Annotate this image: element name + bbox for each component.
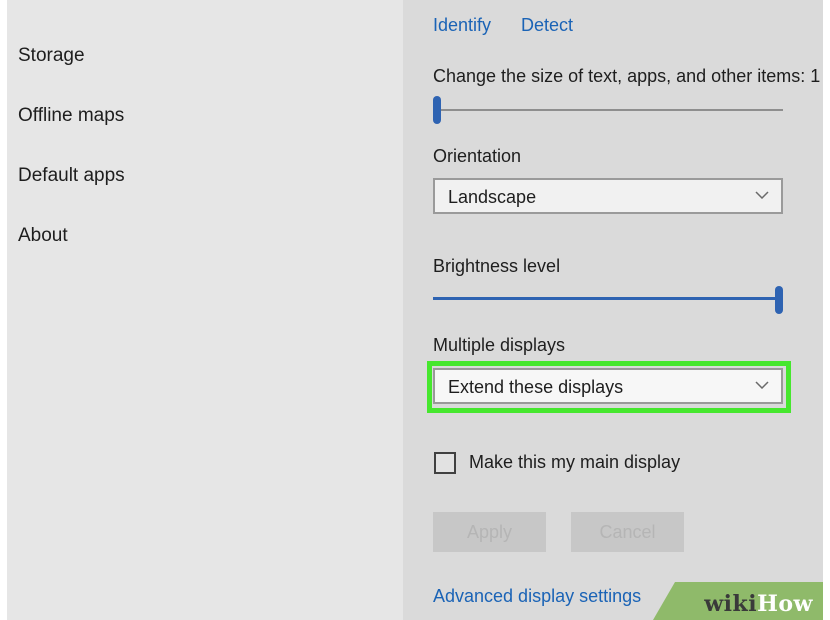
brightness-label: Brightness level xyxy=(433,256,561,276)
brightness-slider-thumb[interactable] xyxy=(775,286,783,314)
scale-slider-thumb[interactable] xyxy=(433,96,441,124)
sidebar-item-default-apps[interactable]: Default apps xyxy=(18,165,125,187)
sidebar-item-offline-maps[interactable]: Offline maps xyxy=(18,105,124,127)
main-display-checkbox[interactable] xyxy=(434,452,456,474)
detect-link[interactable]: Detect xyxy=(521,15,573,36)
chevron-down-icon xyxy=(755,381,769,389)
settings-window: Storage Offline maps Default apps About … xyxy=(7,0,823,620)
sidebar-item-storage[interactable]: Storage xyxy=(18,45,85,67)
sidebar-item-about[interactable]: About xyxy=(18,225,68,247)
brightness-slider-fill xyxy=(433,297,779,300)
sidebar: Storage Offline maps Default apps About xyxy=(7,0,403,620)
wikihow-watermark: wikiHow xyxy=(653,582,823,620)
wikihow-logo-how: How xyxy=(757,591,813,617)
multiple-displays-value: Extend these displays xyxy=(448,377,624,397)
chevron-down-icon xyxy=(755,191,769,199)
multiple-displays-label: Multiple displays xyxy=(433,335,566,355)
orientation-value: Landscape xyxy=(448,187,537,207)
scale-label: Change the size of text, apps, and other… xyxy=(433,66,821,86)
display-settings-panel: Identify Detect Change the size of text,… xyxy=(403,0,823,620)
wikihow-logo: wikiHow xyxy=(704,591,813,617)
apply-button[interactable]: Apply xyxy=(433,512,546,552)
advanced-display-settings-link[interactable]: Advanced display settings xyxy=(433,586,641,607)
cancel-button[interactable]: Cancel xyxy=(571,512,684,552)
scale-slider-track xyxy=(435,109,783,111)
identify-link[interactable]: Identify xyxy=(433,15,491,36)
orientation-dropdown[interactable]: Landscape xyxy=(433,178,783,214)
multiple-displays-dropdown[interactable]: Extend these displays xyxy=(433,368,783,404)
main-display-checkbox-label[interactable]: Make this my main display xyxy=(469,452,680,473)
orientation-label: Orientation xyxy=(433,146,522,166)
wikihow-logo-wiki: wiki xyxy=(704,591,758,617)
